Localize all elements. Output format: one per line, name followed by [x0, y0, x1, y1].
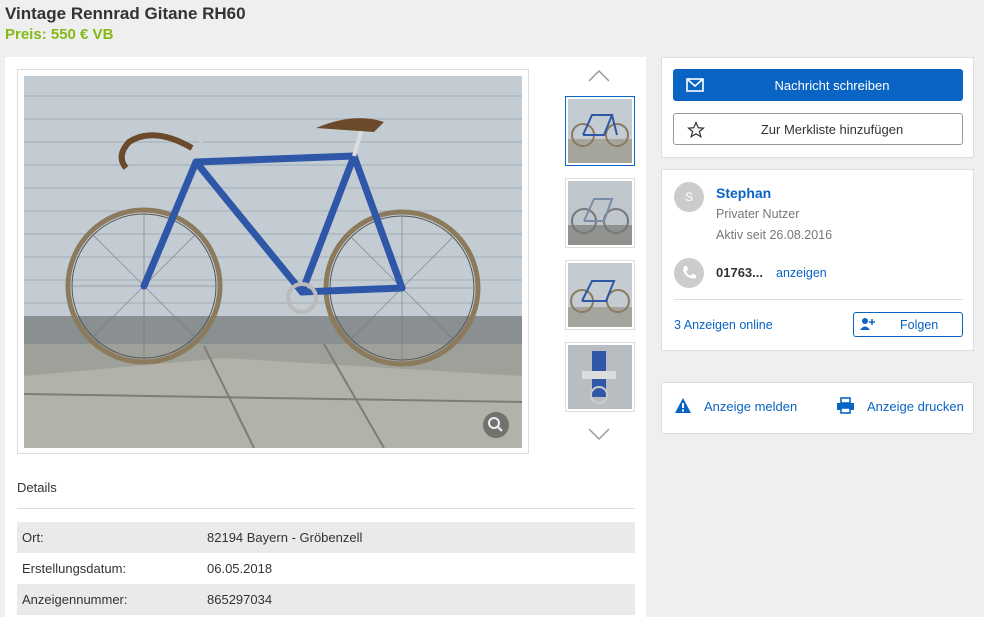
- listing-title: Vintage Rennrad Gitane RH60: [5, 4, 246, 23]
- report-ad-link[interactable]: Anzeige melden: [704, 399, 797, 414]
- seller-name-link[interactable]: Stephan: [716, 185, 771, 201]
- details-label: Anzeigennummer:: [22, 592, 128, 607]
- contact-card: Nachricht schreiben Zur Merkliste hinzuf…: [661, 57, 974, 158]
- seller-card: S Stephan Privater Nutzer Aktiv seit 26.…: [661, 169, 974, 351]
- print-ad-link[interactable]: Anzeige drucken: [867, 399, 964, 414]
- message-button-label: Nachricht schreiben: [774, 78, 890, 93]
- watchlist-button[interactable]: Zur Merkliste hinzufügen: [673, 113, 963, 145]
- ads-online-link[interactable]: 3 Anzeigen online: [674, 318, 773, 332]
- details-label: Erstellungsdatum:: [22, 561, 127, 576]
- follow-button-label: Folgen: [900, 318, 939, 332]
- details-row: Anzeigennummer: 865297034: [17, 584, 635, 615]
- seller-type: Privater Nutzer: [716, 207, 800, 221]
- details-value: 82194 Bayern - Gröbenzell: [207, 530, 363, 545]
- add-user-icon: [860, 318, 875, 330]
- details-heading: Details: [17, 480, 57, 495]
- show-phone-link[interactable]: anzeigen: [776, 266, 827, 280]
- gallery-down-arrow-icon[interactable]: [587, 427, 611, 441]
- gallery-up-arrow-icon[interactable]: [587, 69, 611, 83]
- details-row: Erstellungsdatum: 06.05.2018: [17, 553, 635, 584]
- details-row: Ort: 82194 Bayern - Gröbenzell: [17, 522, 635, 553]
- details-value: 865297034: [207, 592, 273, 607]
- gallery-thumbnail-2[interactable]: [565, 178, 635, 248]
- phone-number: 01763...: [716, 265, 763, 280]
- zoom-icon[interactable]: [483, 412, 509, 438]
- seller-active-since: Aktiv seit 26.08.2016: [716, 228, 833, 242]
- message-button[interactable]: Nachricht schreiben: [673, 69, 963, 101]
- details-divider: [17, 508, 635, 509]
- warning-icon: [675, 398, 691, 413]
- seller-divider: [674, 299, 963, 300]
- details-label: Ort:: [22, 530, 44, 545]
- avatar: S: [674, 182, 704, 212]
- follow-button[interactable]: Folgen: [853, 312, 963, 337]
- details-value: 06.05.2018: [207, 561, 273, 576]
- listing-price: Preis: 550 € VB: [5, 26, 114, 43]
- bike-photo-image: [24, 76, 522, 448]
- main-photo[interactable]: [17, 69, 529, 454]
- gallery-thumbnail-1[interactable]: [565, 96, 635, 166]
- phone-icon: [674, 258, 704, 288]
- gallery-thumbnail-3[interactable]: [565, 260, 635, 330]
- listing-main-panel: Details Ort: 82194 Bayern - Gröbenzell E…: [5, 57, 646, 617]
- actions-card: Anzeige melden Anzeige drucken: [661, 382, 974, 434]
- gallery-thumbnail-4[interactable]: [565, 342, 635, 412]
- watchlist-button-label: Zur Merkliste hinzufügen: [760, 122, 904, 137]
- printer-icon: [837, 397, 854, 414]
